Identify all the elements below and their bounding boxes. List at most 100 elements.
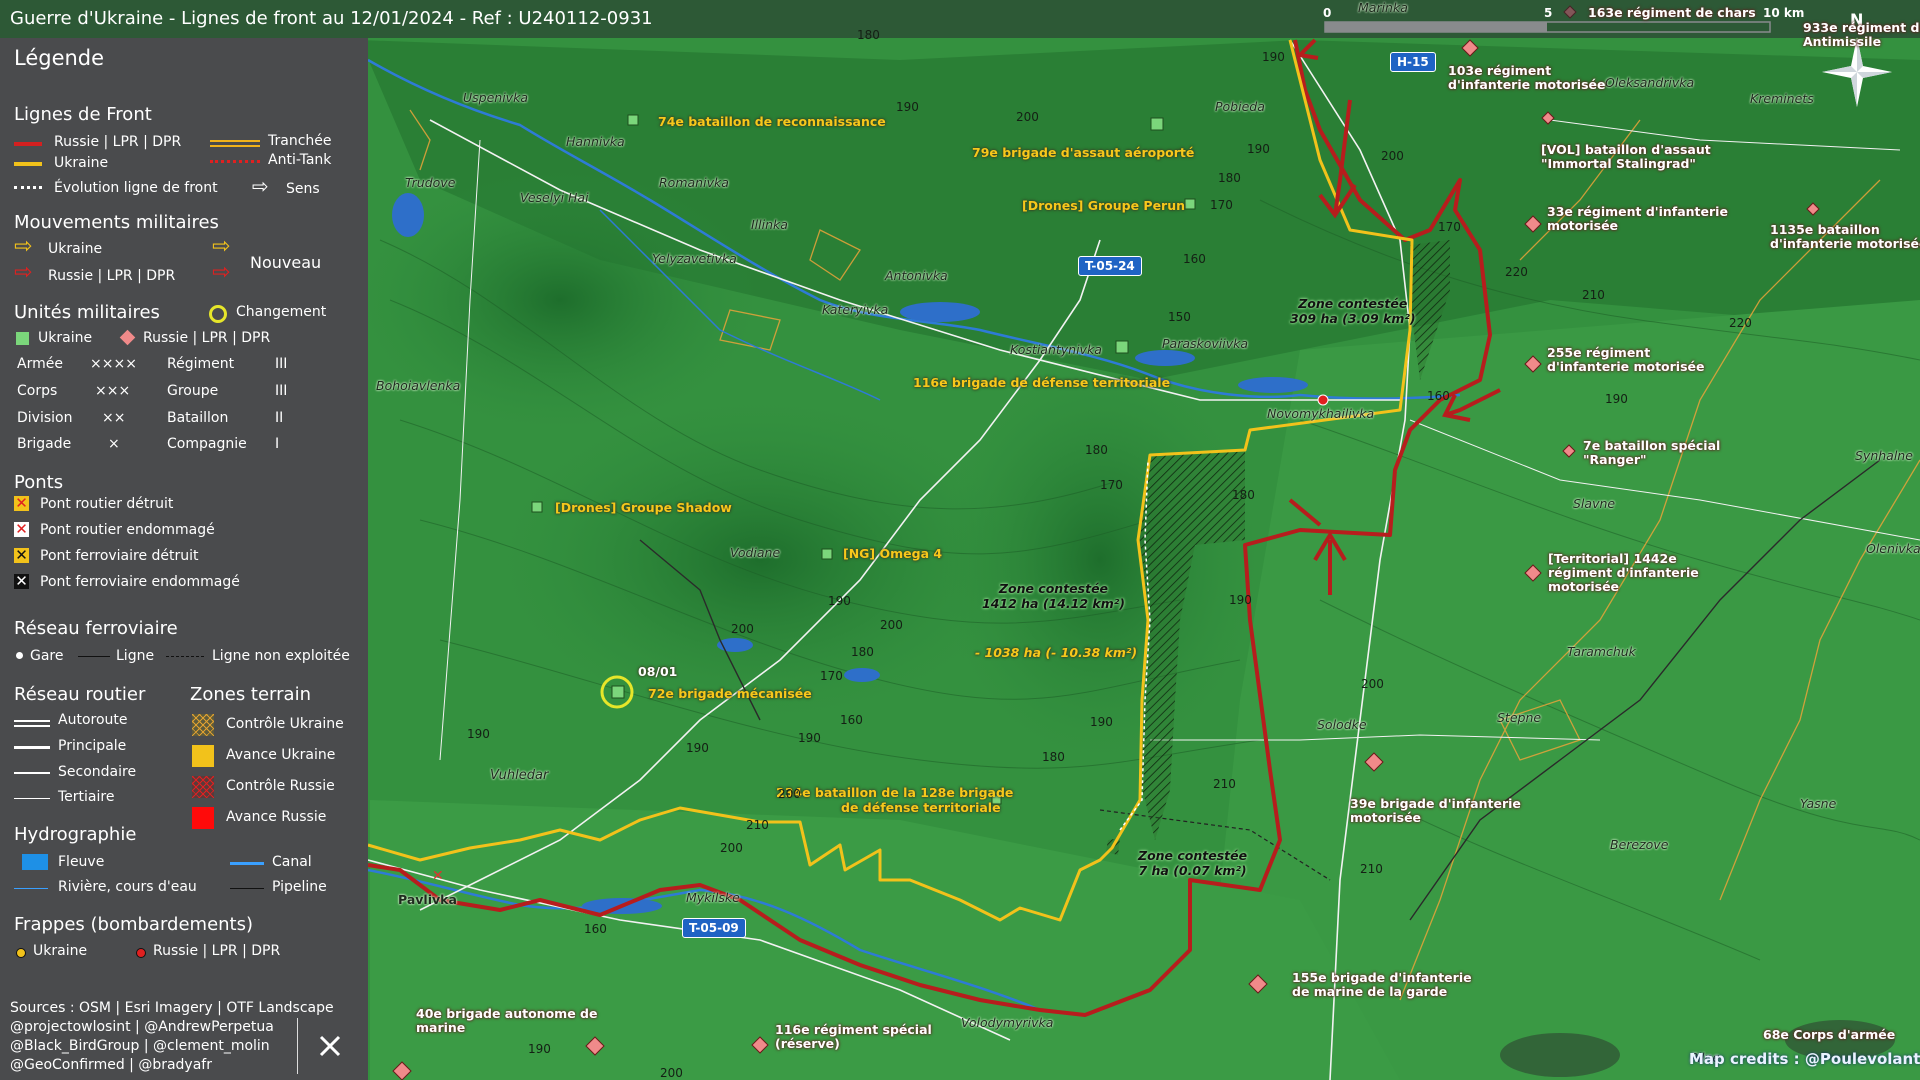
town-label: Yasne — [1800, 796, 1837, 811]
legend-label: Changement — [236, 304, 327, 320]
ukr-unit-date: 08/01 — [638, 664, 678, 679]
legend-size-symbol: ××× — [95, 383, 131, 399]
lake — [1135, 350, 1195, 366]
elevation-label: 190 — [1605, 392, 1628, 406]
legend-label: Nouveau — [250, 253, 322, 272]
lake — [844, 668, 880, 682]
legend-label: Secondaire — [58, 764, 137, 780]
zone-label: Zone contestée 7 ha (0.07 km²) — [1138, 848, 1248, 878]
legend-swatch-rus-advance — [192, 807, 214, 829]
rus-unit-label: 163e régiment de chars — [1588, 5, 1756, 20]
scale-label-10: 10 km — [1763, 6, 1805, 20]
ukraine-move-arrow-icon: ⇨ — [14, 234, 33, 259]
rus-unit-label: 33e régiment d'infanterie motorisée — [1547, 204, 1728, 233]
elevation-label: 190 — [528, 1042, 551, 1056]
legend-swatch-rail-unused — [166, 656, 204, 657]
elevation-label: 190 — [1090, 715, 1113, 729]
town-label: Kostiantynivka — [1010, 342, 1102, 357]
elevation-label: 170 — [820, 669, 843, 683]
town-label: Hannivka — [566, 134, 625, 149]
legend-label: Sens — [286, 181, 320, 197]
elevation-label: 200 — [731, 622, 754, 636]
legend-label: Pont routier détruit — [40, 496, 174, 512]
scale-label-0: 0 — [1323, 6, 1332, 20]
legend-swatch-antitank — [210, 160, 260, 163]
rus-unit-label: 7e bataillon spécial "Ranger" — [1583, 438, 1721, 467]
legend-swatch-canal — [230, 862, 264, 865]
elevation-label: 160 — [1427, 389, 1450, 403]
legend-size-name: Régiment — [167, 356, 235, 372]
elevation-label: 210 — [1360, 862, 1383, 876]
elevation-label: 210 — [1213, 777, 1236, 791]
town-label: Antonivka — [885, 268, 948, 283]
sources-line: @GeoConfirmed | @bradyafr — [10, 1057, 212, 1073]
legend-label: Tranchée — [268, 133, 332, 149]
rus-unit-label: [VOL] bataillon d'assaut "Immortal Stalin… — [1541, 142, 1711, 171]
legend-size-symbol: III — [275, 383, 288, 399]
legend-label: Pont ferroviaire endommagé — [40, 574, 240, 590]
legend-swatch-russia-line — [14, 142, 42, 146]
strike-ukraine-icon — [16, 948, 26, 958]
ukr-unit-label: de défense territoriale — [841, 800, 1001, 815]
elevation-label: 210 — [746, 818, 769, 832]
legend-label: Contrôle Ukraine — [226, 716, 344, 732]
town-label: Bohoiavlenka — [376, 378, 461, 393]
legend-hydro-heading: Hydrographie — [14, 824, 137, 845]
elevation-label: 180 — [1042, 750, 1065, 764]
town-label: Kateryivka — [822, 302, 889, 317]
ukr-unit-label: 74e bataillon de reconnaissance — [658, 114, 886, 129]
legend-label: Ligne — [116, 648, 155, 664]
legend-swatch-ukraine-line — [14, 162, 42, 166]
rus-unit-label: 39e brigade d'infanterie motorisée — [1350, 796, 1521, 825]
legend-label: Fleuve — [58, 854, 105, 870]
town-label: Vodiane — [730, 545, 781, 560]
town-label: Synhalne — [1855, 448, 1913, 463]
russia-unit-icon — [119, 329, 136, 346]
russia-move-arrow-icon: ⇨ — [14, 260, 33, 285]
legend-swatch-river — [22, 854, 48, 870]
zone-label: Zone contestée 309 ha (3.09 km²) — [1290, 296, 1416, 326]
town-label: Taramchuk — [1567, 644, 1636, 659]
strike-russia-icon — [136, 948, 146, 958]
town-label: Mykilske — [686, 890, 740, 905]
elevation-label: 200 — [880, 618, 903, 632]
ukr-unit-label: 72e brigade mécanisée — [648, 686, 812, 701]
elevation-label: 200 — [720, 841, 743, 855]
legend-swatch-rus-control — [192, 776, 214, 798]
ukr-unit-label: [Drones] Groupe Shadow — [555, 500, 732, 515]
town-label: Stepne — [1497, 710, 1542, 725]
legend-movements-heading: Mouvements militaires — [14, 212, 219, 233]
lake — [1238, 377, 1308, 393]
elevation-label: 200 — [1381, 149, 1404, 163]
town-label: Uspenivka — [463, 90, 528, 105]
legend-label: Pont routier endommagé — [40, 522, 215, 538]
sources-line: @projectowlosint | @AndrewPerpetua — [10, 1019, 274, 1035]
town-label: Olenivka — [1866, 541, 1920, 556]
road-badge: T-05-24 — [1078, 256, 1142, 276]
legend-strikes-heading: Frappes (bombardements) — [14, 914, 254, 935]
rus-unit-label: [Territorial] 1442e régiment d'infanterie… — [1548, 551, 1699, 594]
elevation-label: 190 — [1262, 50, 1285, 64]
town-label: Oleksandrivka — [1605, 75, 1695, 90]
town-label: Berezove — [1610, 837, 1669, 852]
legend-front-heading: Lignes de Front — [14, 104, 152, 125]
legend-label: Rivière, cours d'eau — [58, 879, 197, 895]
elevation-label: 180 — [1085, 443, 1108, 457]
x-logo-icon[interactable] — [318, 1034, 342, 1058]
bridge-road-damaged-icon: ✕ — [14, 520, 29, 538]
legend-label: Tertiaire — [58, 789, 115, 805]
bridge-destroyed-icon: ✕ — [432, 868, 444, 884]
town-label: Solodke — [1317, 717, 1367, 732]
town-label: Kreminets — [1750, 91, 1814, 106]
legend-size-symbol: ×××× — [90, 356, 137, 372]
legend-label: Ukraine — [38, 330, 93, 346]
legend-size-name: Division — [17, 410, 73, 426]
legend-size-symbol: × — [108, 436, 120, 452]
legend-panel: Légende Lignes de Front Russie | LPR | D… — [0, 38, 368, 1080]
elevation-label: 170 — [1438, 220, 1461, 234]
legend-size-name: Compagnie — [167, 436, 247, 452]
legend-units-heading: Unités militaires — [14, 302, 160, 323]
town-label: Pobieda — [1215, 99, 1265, 114]
legend-label: Contrôle Russie — [226, 778, 335, 794]
legend-size-name: Corps — [17, 383, 58, 399]
